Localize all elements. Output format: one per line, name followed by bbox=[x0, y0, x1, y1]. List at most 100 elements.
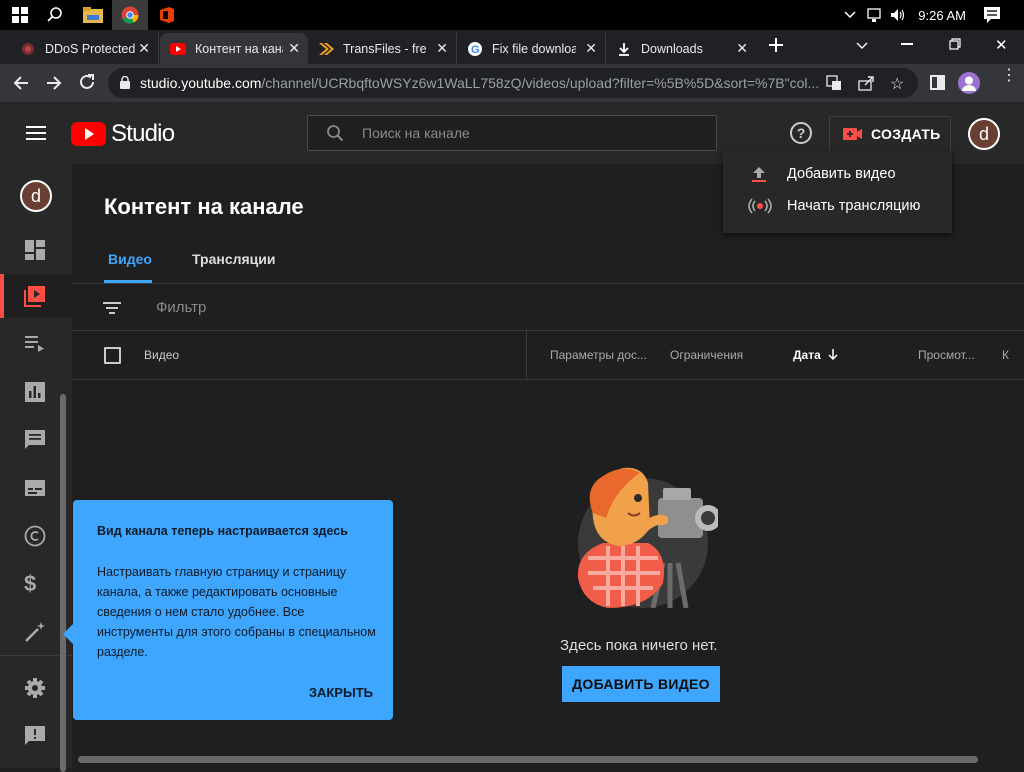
sort-arrow-down-icon[interactable] bbox=[827, 348, 839, 364]
windows-taskbar: 9:26 AM bbox=[0, 0, 1024, 30]
filter-input[interactable]: Фильтр bbox=[156, 299, 206, 316]
menu-item-go-live[interactable]: Начать трансляцию bbox=[723, 190, 952, 222]
tooltip-body: Настраивать главную страницу и страницу … bbox=[97, 565, 376, 659]
tab-title: Downloads bbox=[641, 41, 703, 56]
tab-title: DDoS Protected bbox=[45, 41, 136, 56]
column-views[interactable]: Просмот... bbox=[918, 348, 975, 362]
analytics-icon bbox=[25, 382, 45, 402]
tab-videos[interactable]: Видео bbox=[108, 251, 152, 267]
filter-bar[interactable]: Фильтр bbox=[72, 284, 1024, 331]
google-favicon: G bbox=[467, 41, 483, 57]
translate-icon[interactable] bbox=[826, 75, 842, 94]
playlist-icon bbox=[25, 336, 44, 352]
tooltip-arrow bbox=[63, 624, 73, 644]
search-input[interactable] bbox=[362, 125, 702, 141]
browser-tab[interactable]: G Fix file download ✕ bbox=[457, 33, 606, 64]
svg-text:G: G bbox=[471, 44, 480, 56]
copyright-icon bbox=[24, 525, 46, 547]
upload-icon bbox=[751, 165, 767, 183]
sidebar-item-content[interactable] bbox=[0, 274, 72, 318]
lock-icon[interactable] bbox=[120, 75, 130, 92]
add-video-button[interactable]: ДОБАВИТЬ ВИДЕО bbox=[562, 666, 720, 702]
back-icon[interactable] bbox=[12, 74, 30, 97]
browser-tab-active[interactable]: Контент на канале ✕ bbox=[160, 33, 308, 64]
tab-search-chevron-icon[interactable] bbox=[856, 38, 868, 56]
browser-toolbar: studio.youtube.com/channel/UCRbqftoWSYz6… bbox=[0, 64, 1024, 102]
horizontal-scrollbar[interactable] bbox=[78, 756, 978, 763]
close-tab-icon[interactable]: ✕ bbox=[288, 40, 300, 57]
column-date[interactable]: Дата bbox=[793, 348, 821, 362]
url-text[interactable]: studio.youtube.com/channel/UCRbqftoWSYz6… bbox=[140, 75, 820, 91]
sidebar-scrollbar[interactable] bbox=[60, 394, 66, 772]
column-restrictions[interactable]: Ограничения bbox=[670, 348, 743, 362]
hamburger-menu-icon[interactable] bbox=[26, 125, 46, 146]
subtitles-icon bbox=[25, 480, 45, 496]
tooltip-title: Вид канала теперь настраивается здесь bbox=[97, 524, 348, 538]
close-tab-icon[interactable]: ✕ bbox=[736, 40, 748, 57]
browser-tab[interactable]: Downloads ✕ bbox=[606, 33, 756, 64]
reload-icon[interactable] bbox=[78, 73, 96, 96]
tab-live[interactable]: Трансляции bbox=[192, 251, 275, 267]
column-divider bbox=[526, 331, 527, 379]
account-avatar[interactable]: d bbox=[968, 118, 1000, 150]
dollar-icon: $ bbox=[24, 571, 37, 596]
live-broadcast-icon bbox=[748, 198, 772, 214]
url-path: /channel/UCRbqftoWSYz6w1WaLL758zQ/videos… bbox=[261, 75, 820, 91]
youtube-favicon bbox=[170, 41, 186, 57]
notification-icon[interactable] bbox=[983, 6, 1001, 29]
tooltip-close-button[interactable]: ЗАКРЫТЬ bbox=[309, 685, 373, 700]
create-button[interactable]: СОЗДАТЬ bbox=[829, 116, 951, 152]
column-comments[interactable]: К bbox=[1002, 348, 1009, 362]
close-window-icon[interactable]: ✕ bbox=[995, 36, 1008, 54]
address-bar[interactable]: studio.youtube.com/channel/UCRbqftoWSYz6… bbox=[108, 68, 918, 98]
profile-icon[interactable] bbox=[958, 72, 980, 94]
select-all-checkbox[interactable] bbox=[104, 347, 121, 364]
side-panel-icon[interactable] bbox=[930, 75, 945, 90]
filter-icon[interactable] bbox=[103, 301, 121, 320]
forward-icon[interactable] bbox=[45, 74, 63, 97]
feedback-icon bbox=[25, 726, 45, 745]
minimize-icon[interactable] bbox=[901, 43, 913, 45]
help-icon[interactable]: ? bbox=[790, 122, 812, 144]
empty-state-illustration bbox=[568, 458, 721, 609]
channel-avatar[interactable]: d bbox=[20, 180, 52, 212]
column-video: Видео bbox=[144, 348, 180, 362]
menu-item-label: Добавить видео bbox=[787, 166, 896, 182]
studio-logo-text: Studio bbox=[111, 120, 175, 147]
column-visibility[interactable]: Параметры дос... bbox=[550, 348, 647, 362]
clock[interactable]: 9:26 AM bbox=[918, 8, 966, 23]
bookmark-star-icon[interactable]: ☆ bbox=[890, 74, 904, 94]
menu-item-upload-video[interactable]: Добавить видео bbox=[723, 158, 952, 190]
sidebar-item-dashboard[interactable] bbox=[0, 228, 72, 272]
studio-logo[interactable]: Studio bbox=[71, 120, 175, 148]
channel-search[interactable] bbox=[307, 115, 717, 151]
create-button-label: СОЗДАТЬ bbox=[871, 126, 941, 142]
close-tab-icon[interactable]: ✕ bbox=[585, 40, 597, 57]
browser-tab[interactable]: DDoS Protected ✕ bbox=[10, 33, 159, 64]
file-explorer-icon[interactable] bbox=[75, 0, 111, 30]
video-camera-add-icon bbox=[843, 127, 863, 141]
tab-title: Контент на канале bbox=[195, 41, 283, 56]
magic-wand-icon bbox=[25, 622, 45, 642]
close-tab-icon[interactable]: ✕ bbox=[138, 40, 150, 57]
search-icon bbox=[326, 124, 344, 142]
browser-tab[interactable]: TransFiles - free ✕ bbox=[308, 33, 457, 64]
volume-icon[interactable] bbox=[889, 7, 907, 28]
search-icon[interactable] bbox=[37, 0, 73, 30]
close-tab-icon[interactable]: ✕ bbox=[436, 40, 448, 57]
new-tab-icon[interactable] bbox=[768, 37, 784, 58]
restore-icon[interactable] bbox=[949, 37, 961, 55]
share-icon[interactable] bbox=[858, 75, 874, 94]
office-icon[interactable] bbox=[149, 0, 185, 30]
url-host: studio.youtube.com bbox=[140, 75, 262, 91]
chrome-menu-icon[interactable]: ⋮ bbox=[1001, 68, 1017, 84]
youtube-logo-icon bbox=[71, 122, 106, 146]
sidebar-item-playlists[interactable] bbox=[0, 322, 72, 366]
dashboard-icon bbox=[25, 240, 45, 260]
menu-item-label: Начать трансляцию bbox=[787, 198, 921, 214]
network-icon[interactable] bbox=[866, 7, 882, 28]
windows-start-icon[interactable] bbox=[2, 0, 38, 30]
table-header: Видео Параметры дос... Ограничения Дата … bbox=[72, 331, 1024, 380]
chrome-taskbar-icon[interactable] bbox=[112, 0, 148, 30]
chevron-up-icon[interactable] bbox=[843, 7, 857, 26]
